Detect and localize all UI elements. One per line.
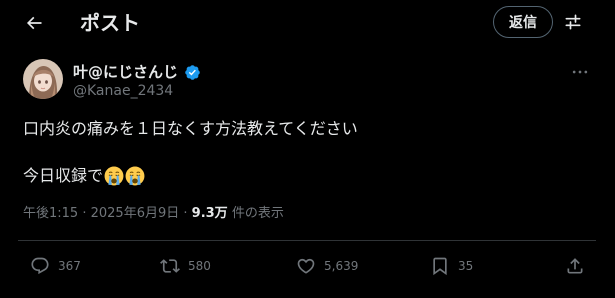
user-handle[interactable]: @Kanae_2434	[73, 82, 173, 100]
repost-action[interactable]: 580	[160, 252, 211, 280]
views-label: 件の表示	[227, 206, 284, 221]
verified-badge-icon	[185, 65, 200, 80]
back-button[interactable]	[20, 9, 48, 37]
more-dots-icon	[572, 70, 588, 74]
options-sliders-icon	[565, 14, 581, 30]
crying-face-emoji	[125, 166, 145, 186]
tweet-meta: 午後1:15 · 2025年6月9日 · 9.3万 件の表示	[23, 204, 284, 224]
tweet-text-line2: 今日収録で	[23, 164, 145, 188]
options-button[interactable]	[560, 9, 586, 35]
reply-action[interactable]: 367	[30, 252, 81, 280]
page-header: ポスト 返信	[0, 0, 615, 44]
back-arrow-icon	[26, 16, 42, 30]
share-icon	[567, 258, 583, 274]
meta-separator: ·	[179, 206, 192, 221]
like-action[interactable]: 5,639	[296, 252, 358, 280]
divider	[18, 240, 596, 241]
share-action[interactable]	[565, 252, 585, 280]
bookmark-count: 35	[458, 259, 474, 273]
bookmark-icon	[433, 257, 447, 276]
views-count: 9.3万	[191, 206, 228, 221]
avatar[interactable]	[23, 59, 63, 99]
like-heart-icon	[297, 258, 315, 274]
reply-icon	[31, 257, 49, 275]
more-button[interactable]	[568, 62, 592, 82]
repost-count: 580	[188, 259, 211, 273]
like-count: 5,639	[324, 259, 359, 273]
tweet-date[interactable]: 2025年6月9日	[91, 206, 180, 221]
meta-separator: ·	[78, 206, 91, 221]
page-title: ポスト	[80, 11, 140, 35]
tweet-text-line2-text: 今日収録で	[23, 166, 104, 185]
reply-count: 367	[58, 259, 81, 273]
action-bar: 367 580 5,639 35	[0, 252, 615, 280]
tweet-time[interactable]: 午後1:15	[23, 206, 78, 221]
repost-icon	[160, 259, 180, 273]
tweet-text-line1: 口内炎の痛みを１日なくす方法教えてください	[23, 119, 358, 138]
reply-button[interactable]: 返信	[493, 6, 553, 38]
display-name[interactable]: 叶@にじさんじ	[73, 62, 178, 82]
crying-face-emoji	[104, 166, 124, 186]
bookmark-action[interactable]: 35	[430, 252, 473, 280]
